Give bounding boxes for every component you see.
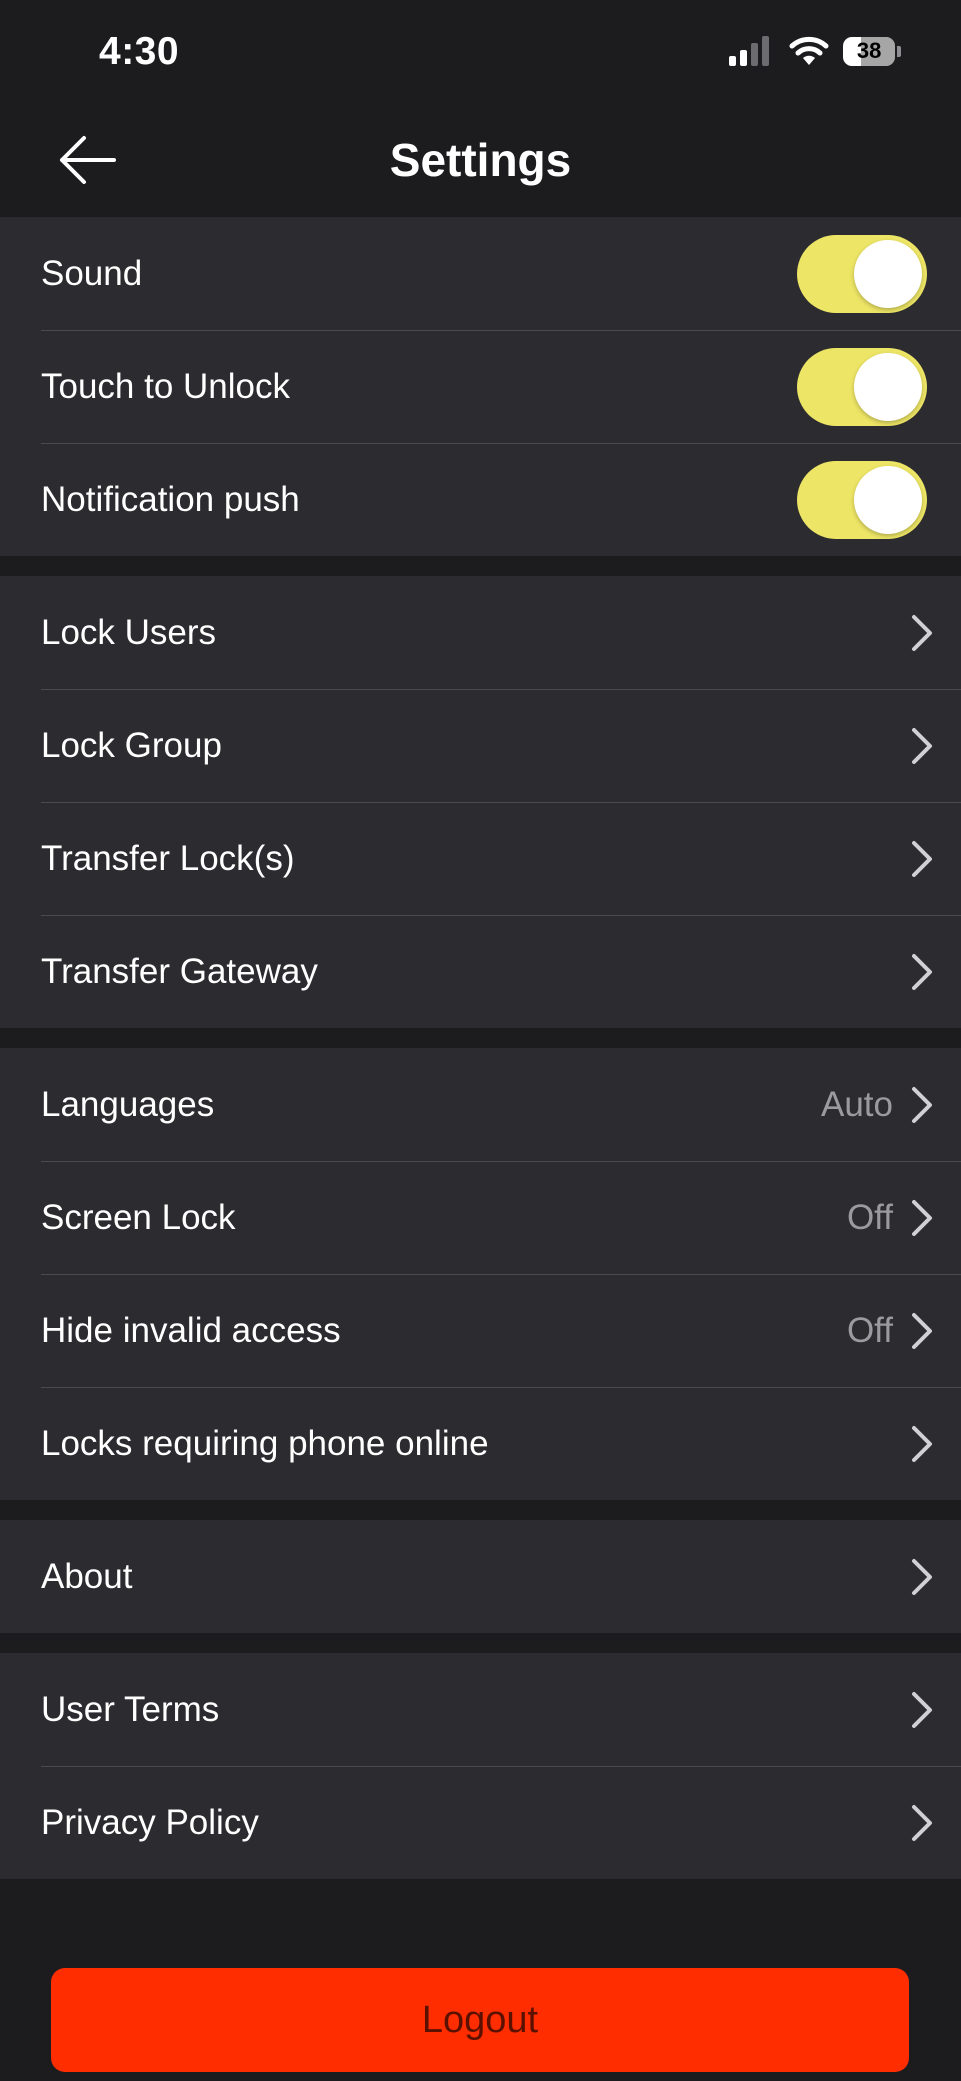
privacy-policy-row[interactable]: Privacy Policy <box>0 1766 961 1879</box>
row-label: Languages <box>41 1084 215 1124</box>
lock-settings-section: Lock Users Lock Group Transfer Lock(s) T… <box>0 576 961 1028</box>
settings-screen: 4:30 38 Settings Sound Touch to Unlock N… <box>0 0 961 2081</box>
locks-requiring-phone-online-row[interactable]: Locks requiring phone online <box>0 1387 961 1500</box>
battery-icon: 38 <box>843 36 901 66</box>
row-label: User Terms <box>41 1689 220 1729</box>
status-time: 4:30 <box>99 30 180 73</box>
row-label: Lock Group <box>41 725 222 765</box>
row-value: Auto <box>821 1084 893 1124</box>
about-row[interactable]: About <box>0 1520 961 1633</box>
toggle-knob <box>854 352 922 421</box>
hide-invalid-access-row[interactable]: Hide invalid access Off <box>0 1274 961 1387</box>
transfer-gateway-row[interactable]: Transfer Gateway <box>0 915 961 1028</box>
chevron-right-icon <box>907 1690 937 1730</box>
row-label: Locks requiring phone online <box>41 1423 489 1463</box>
lock-users-row[interactable]: Lock Users <box>0 576 961 689</box>
status-icons: 38 <box>729 36 901 66</box>
row-label: Transfer Lock(s) <box>41 838 295 878</box>
notification-push-row: Notification push <box>0 443 961 556</box>
chevron-right-icon <box>907 1557 937 1597</box>
chevron-right-icon <box>907 1198 937 1238</box>
chevron-right-icon <box>907 1085 937 1125</box>
row-label: Hide invalid access <box>41 1310 341 1350</box>
toggle-knob <box>854 239 922 308</box>
touch-to-unlock-toggle[interactable] <box>797 347 927 426</box>
row-label: Screen Lock <box>41 1197 236 1237</box>
lock-group-row[interactable]: Lock Group <box>0 689 961 802</box>
chevron-right-icon <box>907 1424 937 1464</box>
toggle-knob <box>854 465 922 534</box>
chevron-right-icon <box>907 1311 937 1351</box>
row-label: About <box>41 1556 133 1596</box>
about-section: About <box>0 1520 961 1633</box>
page-title: Settings <box>389 134 572 186</box>
legal-section: User Terms Privacy Policy <box>0 1653 961 1879</box>
sound-toggle[interactable] <box>797 234 927 313</box>
battery-level: 38 <box>856 38 882 63</box>
chevron-right-icon <box>907 839 937 879</box>
row-label: Sound <box>41 253 143 293</box>
row-label: Notification push <box>41 479 300 519</box>
toggle-section: Sound Touch to Unlock Notification push <box>0 217 961 556</box>
user-terms-row[interactable]: User Terms <box>0 1653 961 1766</box>
chevron-right-icon <box>907 952 937 992</box>
status-bar: 4:30 38 <box>0 0 961 105</box>
row-value: Off <box>846 1197 893 1237</box>
chevron-right-icon <box>907 726 937 766</box>
chevron-right-icon <box>907 613 937 653</box>
notification-push-toggle[interactable] <box>797 460 927 539</box>
touch-to-unlock-row: Touch to Unlock <box>0 330 961 443</box>
row-label: Lock Users <box>41 612 217 652</box>
screen-lock-row[interactable]: Screen Lock Off <box>0 1161 961 1274</box>
row-label: Transfer Gateway <box>41 951 318 991</box>
wifi-icon <box>789 36 829 65</box>
row-value: Off <box>846 1310 893 1350</box>
transfer-locks-row[interactable]: Transfer Lock(s) <box>0 802 961 915</box>
sound-row: Sound <box>0 217 961 330</box>
logout-button[interactable]: Logout <box>51 1968 909 2072</box>
chevron-right-icon <box>907 1803 937 1843</box>
languages-row[interactable]: Languages Auto <box>0 1048 961 1161</box>
preferences-section: Languages Auto Screen Lock Off Hide inva… <box>0 1048 961 1500</box>
navigation-bar: Settings <box>0 105 961 217</box>
row-label: Touch to Unlock <box>41 366 291 406</box>
row-label: Privacy Policy <box>41 1802 259 1842</box>
cellular-signal-icon <box>729 36 769 66</box>
